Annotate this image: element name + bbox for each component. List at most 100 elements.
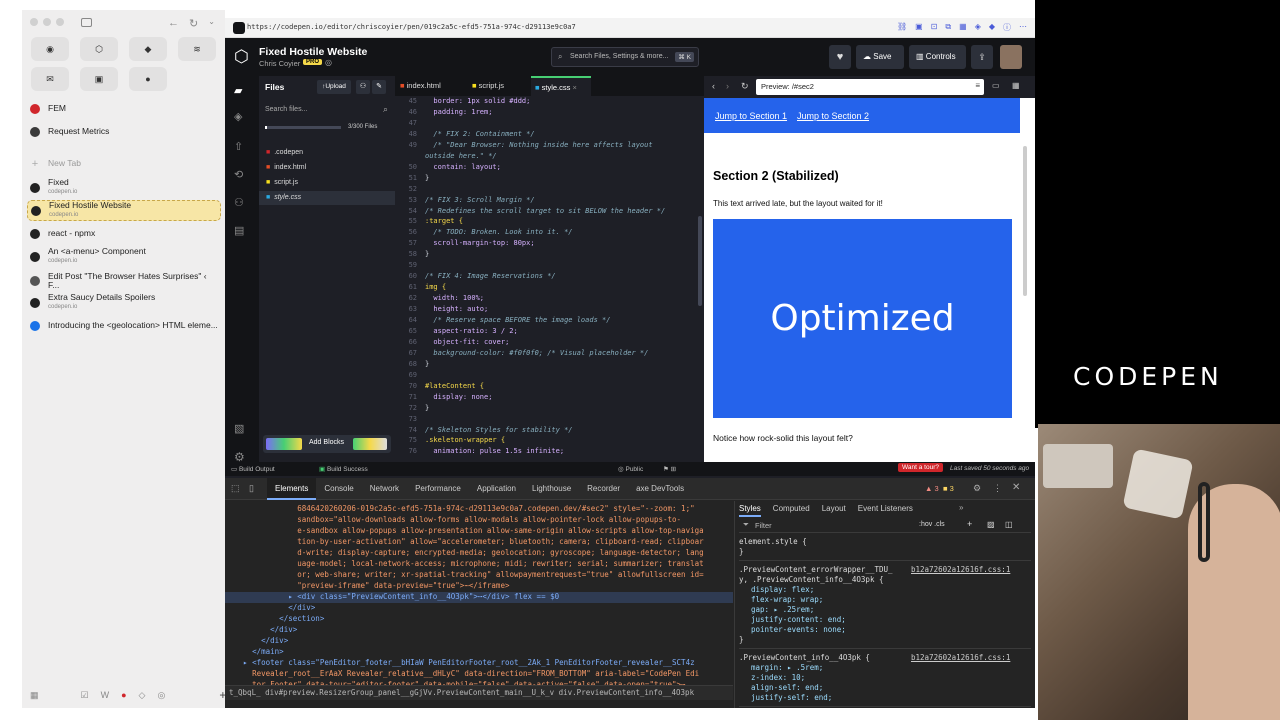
avatar[interactable] (1000, 45, 1022, 69)
sidebar-tab[interactable]: Fixed Hostile Website codepen.io (27, 200, 221, 221)
sidebar-tab[interactable]: Fixed codepen.io (30, 177, 218, 198)
dom-line[interactable]: </div> (225, 603, 315, 614)
preview-scrollbar[interactable] (1023, 146, 1027, 296)
css-property[interactable]: gap: ▸ .25rem; (751, 605, 814, 615)
css-selector[interactable]: .PreviewContent_errorWrapper__TDU_ (739, 565, 893, 575)
save-button[interactable]: ☁ Save (856, 45, 904, 69)
gear-icon[interactable]: ⚙ (973, 483, 981, 494)
filter-input[interactable]: Filter (755, 521, 772, 530)
pen-title[interactable]: Fixed Hostile Website (259, 46, 367, 58)
dom-line[interactable]: 6846420260206-019c2a5c-efd5-751a-974c-d2… (225, 504, 694, 515)
css-property[interactable]: z-index: 10; (751, 673, 805, 683)
reload-icon[interactable]: ↻ (741, 81, 749, 92)
dom-line[interactable]: </main> (225, 647, 284, 658)
dom-line[interactable]: tion-by-user-activation" allow="accelero… (225, 537, 703, 548)
dom-line[interactable]: or; web-share; writer; xr-spatial-tracki… (225, 570, 703, 581)
link-icon[interactable]: ⛓ (897, 22, 907, 33)
styles-filter[interactable]: ⏷ Filter :hov .cls + ▨ ◫ (739, 519, 1031, 533)
upload-button[interactable]: ↑Upload (317, 80, 351, 94)
file-item[interactable]: ■ .codepen (259, 146, 395, 160)
layers-icon[interactable]: ◈ (234, 110, 242, 123)
styles-tab[interactable]: Computed (773, 501, 810, 517)
screenshot-icon[interactable]: ⊡ (931, 22, 938, 33)
camera-icon[interactable]: ▣ (915, 22, 923, 33)
sliders-icon[interactable]: ≡ (975, 81, 980, 90)
css-property[interactable]: flex-wrap: wrap; (751, 595, 823, 605)
devtools-tab[interactable]: Elements (267, 478, 317, 500)
code-lines[interactable]: 45 border: 1px solid #ddd; 46 padding: 1r… (395, 97, 695, 462)
codepen-logo-icon[interactable]: ⬡ (234, 48, 249, 65)
add-blocks-button[interactable]: Add Blocks (263, 435, 391, 453)
tab-style-css[interactable]: ■ style.css × (531, 76, 591, 96)
styles-tab[interactable]: Event Listeners (858, 501, 913, 517)
back-icon[interactable]: ‹ (712, 81, 715, 91)
checkbox-icon[interactable]: ☑ (81, 690, 89, 701)
folder-icon[interactable]: ▰ (234, 84, 242, 97)
css-source-link[interactable]: b12a72602a12616f.css:1 (911, 653, 1010, 663)
image-icon[interactable]: ▧ (234, 422, 244, 435)
css-rules[interactable]: element.style {} .PreviewContent_errorWra… (739, 537, 1031, 707)
people-icon[interactable]: ⚇ (356, 80, 370, 94)
error-badge[interactable]: ▲ 3 (925, 484, 939, 493)
styles-tab[interactable]: Styles (739, 501, 761, 517)
css-property[interactable]: justify-content: end; (751, 615, 846, 625)
forward-icon[interactable]: › (726, 81, 729, 91)
tab-script-js[interactable]: ■ script.js (472, 76, 528, 96)
hov-cls[interactable]: :hov .cls (919, 521, 945, 528)
globe-icon[interactable]: ◎ (157, 690, 165, 701)
extension-icon[interactable]: ◈ (975, 22, 981, 33)
dom-line[interactable]: uage-model; local-network-access; microp… (225, 559, 703, 570)
editor-scrollbar[interactable] (698, 216, 702, 306)
sidebar-tab[interactable]: + New Tab (30, 153, 218, 174)
sidebar-tab[interactable]: react - npmx (30, 223, 218, 244)
dom-line[interactable]: Revealer_root__ErAaX Revealer_relative__… (225, 669, 699, 680)
devtools-tab[interactable]: Performance (407, 478, 469, 500)
layout-icon[interactable]: ▦ (1012, 81, 1020, 90)
sidebar-tab[interactable]: Edit Post "The Browser Hates Surprises" … (30, 270, 218, 291)
dom-line[interactable]: e-sandbox allow-popups allow-presentatio… (225, 526, 703, 537)
ext-icon[interactable]: ◇ (139, 690, 146, 701)
tab-index-html[interactable]: ■ index.html (400, 76, 466, 96)
css-property[interactable]: justify-self: end; (751, 693, 832, 703)
w-icon[interactable]: W (101, 690, 110, 700)
history-icon[interactable]: ⟲ (234, 168, 243, 181)
sidebar-tab[interactable]: Request Metrics (30, 121, 218, 142)
jump-section-1-link[interactable]: Jump to Section 1 (715, 111, 787, 121)
preview-url[interactable]: Preview: /#sec2 (761, 82, 814, 91)
devtools-tab[interactable]: Console (316, 478, 361, 500)
info-icon[interactable]: ⓘ (1003, 22, 1011, 33)
devtools-tab[interactable]: Recorder (579, 478, 628, 500)
sidebar-tab[interactable]: An <a-menu> Component codepen.io (30, 246, 218, 267)
comment-icon[interactable]: ▤ (234, 224, 244, 237)
grid-icon[interactable]: ▦ (959, 22, 967, 33)
css-source-link[interactable]: b12a72602a12616f.css:1 (911, 565, 1010, 575)
dom-line[interactable]: </div> (225, 625, 297, 636)
devtools-tab[interactable]: axe DevTools (628, 478, 692, 500)
archive-icon[interactable]: ▦ (30, 690, 39, 701)
css-selector[interactable]: element.style { (739, 537, 807, 547)
controls-button[interactable]: ▥ Controls (909, 45, 966, 69)
add-rule-icon[interactable]: + (967, 519, 972, 529)
sidebar-tab[interactable]: Extra Saucy Details Spoilers codepen.io (30, 292, 218, 313)
file-item[interactable]: ■ index.html (259, 161, 395, 175)
devtools-tab[interactable]: Network (362, 478, 407, 500)
file-search-input[interactable]: Search files... (265, 106, 307, 113)
dom-line[interactable]: </section> (225, 614, 324, 625)
dom-line[interactable]: ▸ <footer class="PenEditor_footer__bHIaW… (225, 658, 695, 669)
file-search[interactable]: Search files... ⌕ (262, 102, 392, 118)
close-icon[interactable]: × (572, 83, 576, 92)
user-add-icon[interactable]: ⚇ (234, 196, 244, 209)
build-output-button[interactable]: ▭ Build Output (231, 465, 275, 473)
close-icon[interactable]: ✕ (1012, 482, 1020, 493)
command-search[interactable]: ⌕ Search Files, Settings & more... ⌘ K (551, 47, 699, 67)
dom-line[interactable]: ▸ <div class="PreviewContent_info__4O3pk… (225, 592, 733, 603)
file-item[interactable]: ■ script.js (259, 176, 395, 190)
chevron-right-icon[interactable]: » (959, 503, 963, 512)
dom-line[interactable]: "preview-iframe" data-preview="true">⋯</… (225, 581, 509, 592)
css-selector[interactable]: .PreviewContent_info__4O3pk { (739, 653, 870, 663)
css-property[interactable]: align-self: end; (751, 683, 823, 693)
upload-icon[interactable]: ⇧ (234, 140, 243, 153)
pin-icon[interactable]: ✎ (372, 80, 386, 94)
record-icon[interactable]: ● (121, 690, 126, 700)
file-item[interactable]: ■ style.css (259, 191, 395, 205)
